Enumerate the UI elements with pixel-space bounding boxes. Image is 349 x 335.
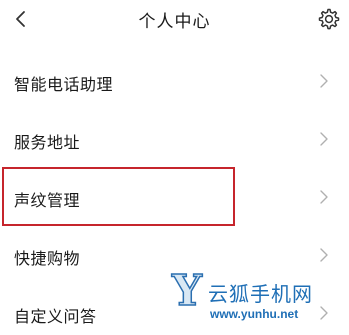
chevron-right-icon bbox=[320, 190, 328, 204]
menu-item-label: 智能电话助理 bbox=[14, 75, 114, 94]
chevron-right-icon bbox=[320, 74, 328, 88]
chevron-right-icon bbox=[320, 306, 328, 320]
menu-item-label: 自定义问答 bbox=[14, 307, 97, 326]
gear-icon bbox=[318, 8, 340, 30]
menu-list: 智能电话助理 服务地址 声纹管理 快捷购物 自定义问答 bbox=[0, 52, 349, 335]
page-title: 个人中心 bbox=[138, 12, 211, 32]
menu-item-quick-shopping[interactable]: 快捷购物 bbox=[0, 226, 349, 284]
menu-item-voiceprint-management[interactable]: 声纹管理 bbox=[0, 168, 349, 226]
profile-center-screen: 个人中心 智能电话助理 服务地址 声纹管理 快捷购物 自定义问答 Y 云狐手机网… bbox=[0, 0, 349, 335]
menu-item-service-address[interactable]: 服务地址 bbox=[0, 110, 349, 168]
menu-item-custom-qa[interactable]: 自定义问答 bbox=[0, 284, 349, 335]
menu-item-label: 服务地址 bbox=[14, 133, 81, 152]
menu-item-label: 快捷购物 bbox=[14, 249, 81, 268]
menu-item-label: 声纹管理 bbox=[14, 191, 81, 210]
chevron-right-icon bbox=[320, 132, 328, 146]
top-bar: 个人中心 bbox=[0, 0, 349, 40]
menu-item-smart-phone-assistant[interactable]: 智能电话助理 bbox=[0, 52, 349, 110]
chevron-right-icon bbox=[320, 248, 328, 262]
settings-button[interactable] bbox=[314, 4, 344, 34]
